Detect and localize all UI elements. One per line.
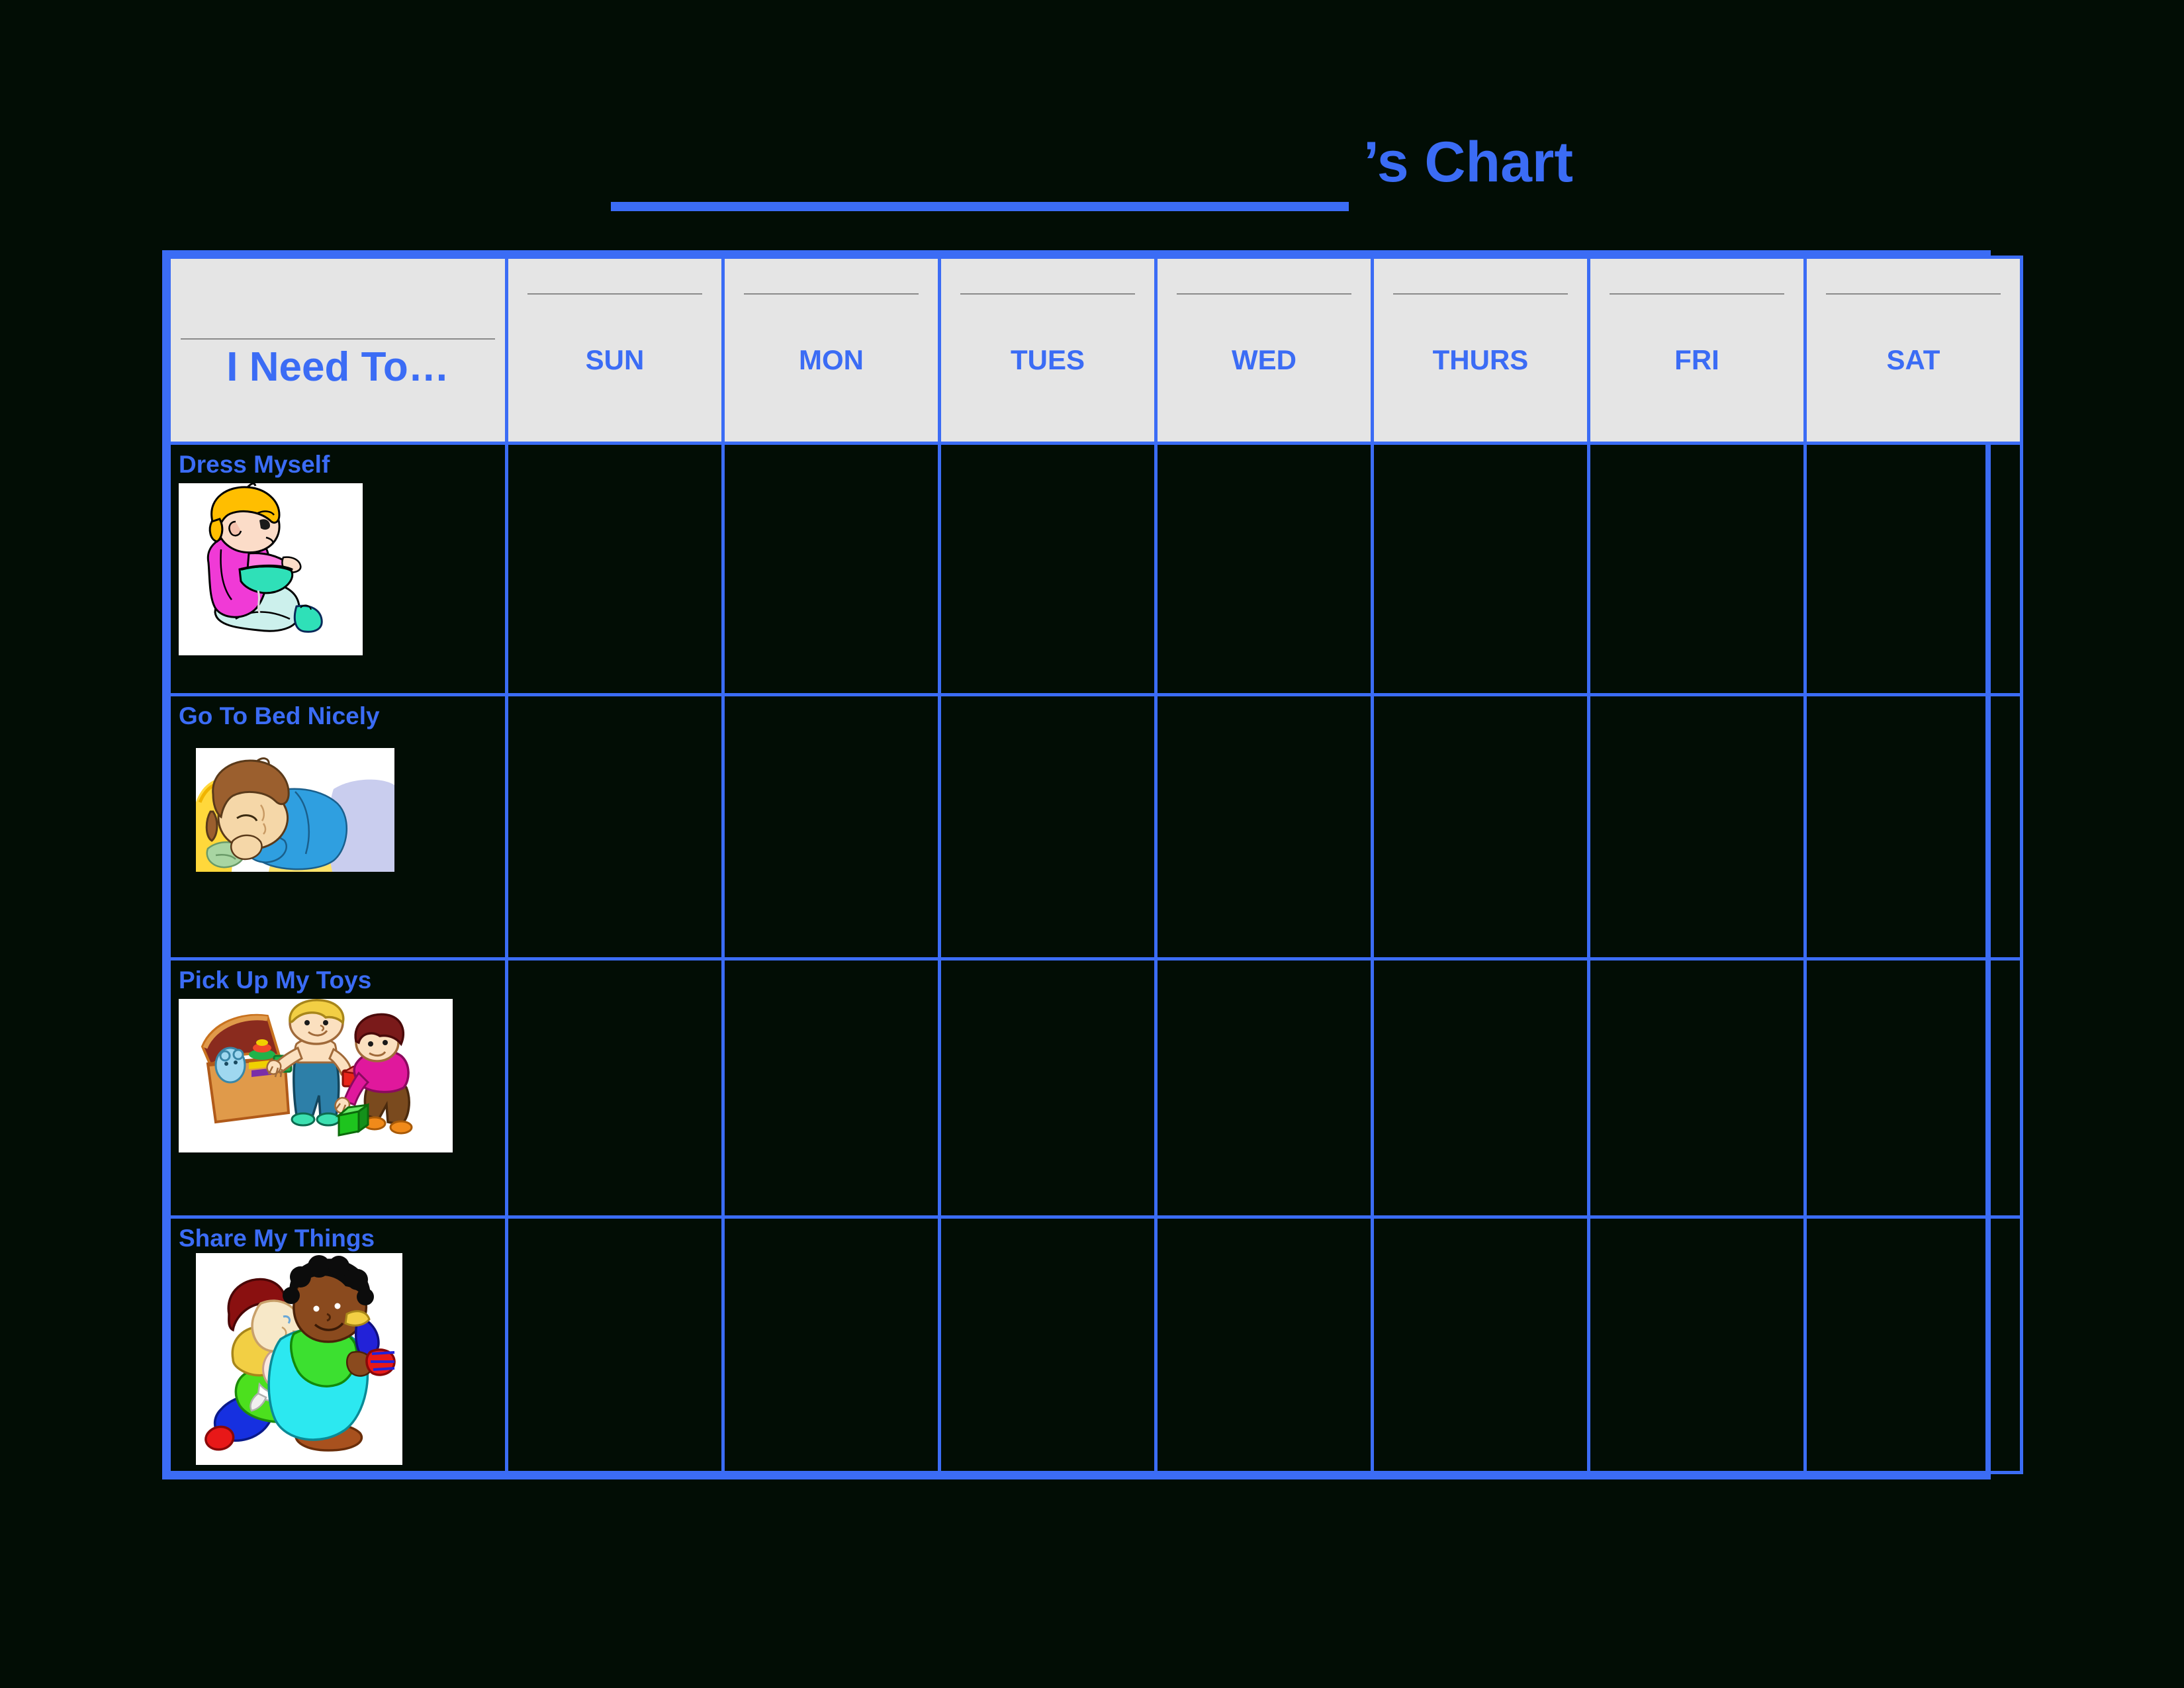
check-cell-share-my-things-tues[interactable]: [938, 1215, 1158, 1474]
check-cell-pick-up-my-toys-sun[interactable]: [505, 957, 725, 1219]
check-cell-go-to-bed-nicely-mon[interactable]: [721, 693, 941, 961]
header-rule-line: [960, 293, 1135, 295]
page-title: ’s Chart: [0, 129, 2184, 222]
check-cell-share-my-things-thurs[interactable]: [1371, 1215, 1590, 1474]
day-column-header-thurs-label: THURS: [1432, 344, 1529, 375]
check-cell-go-to-bed-nicely-sun[interactable]: [505, 693, 725, 961]
header-rule-line: [181, 338, 495, 340]
day-column-header-sun-label: SUN: [585, 344, 645, 375]
table-row: Share My Things: [167, 1215, 2023, 1474]
header-rule-line: [743, 293, 919, 295]
children-hugging-sharing-icon: [196, 1253, 402, 1466]
day-column-header-fri: FRI: [1587, 256, 1807, 445]
day-column-header-thurs: THURS: [1371, 256, 1590, 445]
children-with-toy-chest-icon: [179, 998, 453, 1152]
check-cell-pick-up-my-toys-fri[interactable]: [1587, 957, 1807, 1219]
check-cell-go-to-bed-nicely-tues[interactable]: [938, 693, 1158, 961]
day-column-header-mon: MON: [721, 256, 941, 445]
day-column-header-tues: TUES: [938, 256, 1158, 445]
check-cell-share-my-things-mon[interactable]: [721, 1215, 941, 1474]
check-cell-pick-up-my-toys-wed[interactable]: [1154, 957, 1374, 1219]
header-rule-line: [1609, 293, 1784, 295]
day-column-header-tues-label: TUES: [1010, 344, 1085, 375]
check-cell-share-my-things-sat[interactable]: [1803, 1215, 2023, 1474]
task-label-dress-myself: Dress Myself: [179, 451, 330, 478]
check-cell-go-to-bed-nicely-wed[interactable]: [1154, 693, 1374, 961]
task-label-go-to-bed-nicely: Go To Bed Nicely: [179, 702, 380, 730]
check-cell-share-my-things-fri[interactable]: [1587, 1215, 1807, 1474]
check-cell-dress-myself-tues[interactable]: [938, 441, 1158, 697]
task-column-header: I Need To…: [167, 256, 508, 445]
name-blank-field[interactable]: [611, 148, 1349, 211]
check-cell-pick-up-my-toys-thurs[interactable]: [1371, 957, 1590, 1219]
table-row: Dress Myself: [167, 441, 2023, 697]
task-cell-pick-up-my-toys: Pick Up My Toys: [167, 957, 508, 1219]
check-cell-pick-up-my-toys-tues[interactable]: [938, 957, 1158, 1219]
task-label-pick-up-my-toys: Pick Up My Toys: [179, 966, 372, 994]
chart-page: ’s Chart I Need To… SUN MON TUES WED THU…: [0, 0, 2184, 1688]
check-cell-pick-up-my-toys-mon[interactable]: [721, 957, 941, 1219]
page-title-text: ’s Chart: [1363, 130, 1573, 194]
behavior-chart-table: I Need To… SUN MON TUES WED THURS FRI SA…: [162, 250, 2023, 1479]
check-cell-share-my-things-sun[interactable]: [505, 1215, 725, 1474]
check-cell-go-to-bed-nicely-thurs[interactable]: [1371, 693, 1590, 961]
check-cell-go-to-bed-nicely-fri[interactable]: [1587, 693, 1807, 961]
check-cell-share-my-things-wed[interactable]: [1154, 1215, 1374, 1474]
header-rule-line: [1825, 293, 2001, 295]
day-column-header-wed-label: WED: [1232, 344, 1297, 375]
day-column-header-sat-label: SAT: [1886, 344, 1940, 375]
check-cell-dress-myself-wed[interactable]: [1154, 441, 1374, 697]
day-column-header-fri-label: FRI: [1674, 344, 1719, 375]
task-cell-dress-myself: Dress Myself: [167, 441, 508, 697]
check-cell-dress-myself-thurs[interactable]: [1371, 441, 1590, 697]
table-header-row: I Need To… SUN MON TUES WED THURS FRI SA…: [167, 256, 2023, 445]
header-rule-line: [527, 293, 702, 295]
child-putting-on-shoe-icon: [179, 483, 363, 655]
header-rule-line: [1392, 293, 1568, 295]
check-cell-dress-myself-sat[interactable]: [1803, 441, 2023, 697]
task-cell-share-my-things: Share My Things: [167, 1215, 508, 1474]
day-column-header-mon-label: MON: [799, 344, 864, 375]
day-column-header-sat: SAT: [1803, 256, 2023, 445]
check-cell-dress-myself-fri[interactable]: [1587, 441, 1807, 697]
task-column-header-label: I Need To…: [226, 344, 449, 390]
table-row: Pick Up My Toys: [167, 957, 2023, 1219]
check-cell-go-to-bed-nicely-sat[interactable]: [1803, 693, 2023, 961]
day-column-header-sun: SUN: [505, 256, 725, 445]
header-rule-line: [1176, 293, 1351, 295]
task-label-share-my-things: Share My Things: [179, 1225, 375, 1252]
check-cell-pick-up-my-toys-sat[interactable]: [1803, 957, 2023, 1219]
table-row: Go To Bed Nicely: [167, 693, 2023, 961]
day-column-header-wed: WED: [1154, 256, 1374, 445]
check-cell-dress-myself-mon[interactable]: [721, 441, 941, 697]
task-cell-go-to-bed-nicely: Go To Bed Nicely: [167, 693, 508, 961]
child-sleeping-in-bed-icon: [196, 748, 394, 872]
check-cell-dress-myself-sun[interactable]: [505, 441, 725, 697]
